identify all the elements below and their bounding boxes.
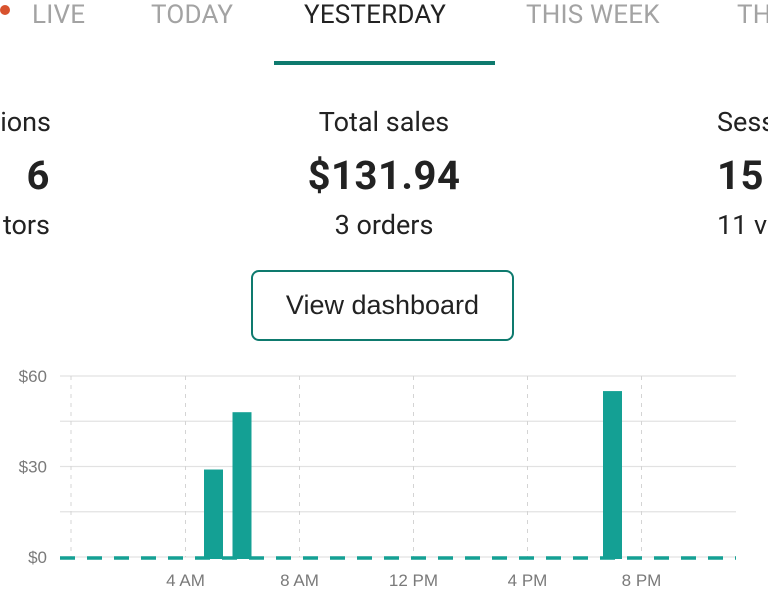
tab-this-week[interactable]: THIS WEEK: [526, 0, 660, 33]
stat-left-value: 6: [26, 152, 50, 199]
tab-live-label: LIVE: [32, 0, 86, 30]
y-axis-tick-label: $0: [28, 548, 47, 567]
sales-chart: $0 $30 $60 4 AM 8 AM 12 PM 4 PM 8 PM: [19, 367, 736, 590]
x-axis-tick-label: 8 AM: [280, 571, 319, 590]
x-axis-tick-label: 12 PM: [389, 571, 438, 590]
tab-live[interactable]: LIVE: [0, 0, 86, 33]
tab-this-month-label: TH: [737, 0, 768, 30]
active-tab-indicator: [274, 61, 495, 65]
tab-today-label: TODAY: [151, 0, 234, 30]
view-dashboard-button[interactable]: View dashboard: [251, 270, 514, 341]
tab-this-month[interactable]: TH: [737, 0, 768, 33]
x-axis-tick-label: 4 PM: [508, 571, 548, 590]
total-sales-value: $131.94: [307, 152, 461, 199]
total-sales-label: Total sales: [318, 106, 450, 138]
tab-today[interactable]: TODAY: [151, 0, 233, 33]
x-axis-tick-label: 8 PM: [622, 571, 662, 590]
tab-yesterday[interactable]: YESTERDAY: [304, 0, 446, 33]
sessions-label: Sess: [717, 106, 768, 138]
sales-bar: [204, 469, 223, 559]
tab-this-week-label: THIS WEEK: [526, 0, 660, 30]
stat-left-sub: tors: [2, 209, 50, 241]
stat-left-label: ions: [0, 106, 51, 138]
sessions-visitors: 11 v: [717, 209, 768, 241]
sales-bar: [232, 412, 252, 559]
x-axis-tick-label: 4 AM: [166, 571, 205, 590]
y-axis-tick-label: $30: [19, 458, 47, 477]
sales-bar: [603, 391, 622, 559]
tab-yesterday-label: YESTERDAY: [304, 0, 447, 30]
y-axis-tick-label: $60: [19, 367, 47, 386]
sessions-value: 15: [717, 152, 764, 199]
total-sales-orders: 3 orders: [334, 209, 434, 241]
live-indicator-icon: [0, 5, 10, 15]
